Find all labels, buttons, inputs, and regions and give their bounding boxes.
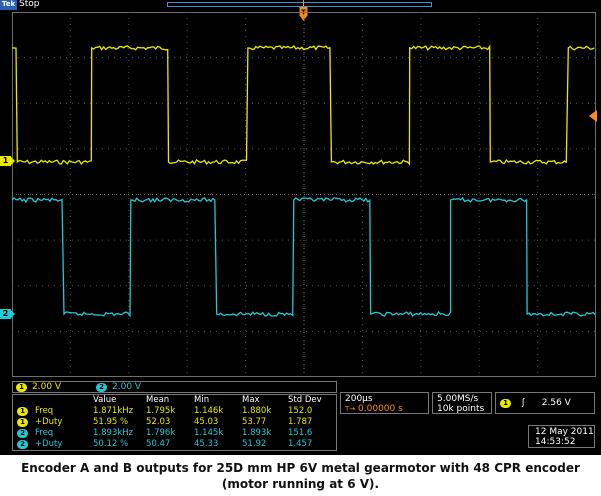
measurement-min: 45.33 [194, 439, 219, 449]
timebase-readout: 200µs [345, 394, 373, 404]
measurement-row[interactable]: 2 Freq 1.893kHz 1.796k 1.145k 1.893k 151… [13, 428, 336, 439]
measurement-label: Freq [35, 406, 54, 416]
measurement-row[interactable]: 1 +Duty 51.95 % 52.03 45.03 53.77 1.787 [13, 417, 336, 428]
col-header-value: Value [93, 395, 117, 405]
col-header-std-dev: Std Dev [288, 395, 322, 405]
measurement-mean: 50.47 [146, 439, 171, 449]
record-length: 10k points [437, 404, 485, 414]
run-state[interactable]: Stop [19, 0, 39, 10]
measurement-std-dev: 1.787 [288, 417, 313, 427]
measurement-label: +Duty [35, 439, 63, 449]
channel-1-badge: 1 [16, 383, 27, 392]
channel-2-scale-value: 2.00 V [112, 382, 142, 392]
measurements-header-row: Value Mean Min Max Std Dev [13, 395, 336, 406]
measurement-max: 51.92 [242, 439, 267, 449]
measurement-min: 1.146k [194, 406, 224, 416]
measurement-min: 45.03 [194, 417, 219, 427]
delay-value: 0.00000 s [358, 404, 403, 414]
waveform-plot-svg [12, 12, 596, 377]
time-readout: 14:53:52 [535, 437, 576, 447]
channel-scale-bar: 1 2.00 V 2 2.00 V [12, 381, 337, 393]
measurement-label: Freq [35, 428, 54, 438]
measurement-max: 53.77 [242, 417, 267, 427]
measurement-std-dev: 151.6 [288, 428, 313, 438]
measurement-mean: 1.795k [146, 406, 176, 416]
channel-2-ground-marker[interactable]: 2 [0, 309, 15, 319]
measurement-min: 1.145k [194, 428, 224, 438]
caption-line-2: (motor running at 6 V). [221, 477, 380, 491]
col-header-max: Max [242, 395, 260, 405]
waveform-plot [12, 12, 596, 377]
trigger-readout: 1 ʃ 2.56 V [500, 398, 571, 408]
oscilloscope-screen: Tek Stop T 1 2 1 2.00 V 2 2.00 V Value Mea… [0, 0, 601, 455]
date-readout: 12 May 2011 [535, 427, 594, 437]
channel-badge: 2 [17, 440, 28, 449]
status-bar: Tek Stop T [0, 0, 601, 21]
measurement-value: 1.871kHz [93, 406, 134, 416]
measurement-value: 1.893kHz [93, 428, 134, 438]
measurement-std-dev: 1.457 [288, 439, 313, 449]
measurement-row[interactable]: 1 Freq 1.871kHz 1.795k 1.146k 1.880k 152… [13, 406, 336, 417]
measurement-value: 51.95 % [93, 417, 129, 427]
trigger-level-marker[interactable] [589, 110, 597, 122]
horizontal-panel[interactable]: 200µs T→ 0.00000 s [340, 392, 429, 414]
acquisition-panel[interactable]: 5.00MS/s 10k points [432, 392, 492, 414]
rising-edge-icon: ʃ [521, 398, 525, 408]
channel-1-ground-marker[interactable]: 1 [0, 156, 15, 166]
trigger-panel[interactable]: 1 ʃ 2.56 V [495, 392, 595, 414]
measurement-value: 50.12 % [93, 439, 129, 449]
channel-2-scale[interactable]: 2 2.00 V [96, 382, 141, 393]
datetime-panel: 12 May 2011 14:53:52 [528, 425, 595, 448]
measurement-std-dev: 152.0 [288, 406, 313, 416]
measurement-max: 1.893k [242, 428, 272, 438]
channel-badge: 2 [17, 429, 28, 438]
measurements-table: Value Mean Min Max Std Dev 1 Freq 1.871k… [12, 394, 337, 451]
sample-rate: 5.00MS/s [437, 394, 479, 404]
channel-2-badge: 2 [96, 383, 107, 392]
channel-1-scale-value: 2.00 V [32, 382, 62, 392]
figure-caption: Encoder A and B outputs for 25D mm HP 6V… [0, 460, 601, 492]
channel-1-trace [12, 44, 595, 166]
measurement-label: +Duty [35, 417, 63, 427]
delay-arrow-icon: T→ [345, 405, 356, 413]
measurement-row[interactable]: 2 +Duty 50.12 % 50.47 45.33 51.92 1.457 [13, 439, 336, 450]
col-header-min: Min [194, 395, 210, 405]
channel-badge: 1 [17, 407, 28, 416]
measurement-mean: 52.03 [146, 417, 171, 427]
brand-logo: Tek [0, 0, 17, 10]
channel-1-scale[interactable]: 1 2.00 V [16, 382, 61, 393]
channel-badge: 1 [17, 418, 28, 427]
measurement-max: 1.880k [242, 406, 272, 416]
col-header-mean: Mean [146, 395, 170, 405]
horizontal-delay: T→ 0.00000 s [345, 404, 403, 414]
trigger-source-badge: 1 [500, 399, 511, 408]
measurement-mean: 1.796k [146, 428, 176, 438]
trigger-level: 2.56 V [541, 398, 571, 408]
caption-line-1: Encoder A and B outputs for 25D mm HP 6V… [21, 461, 580, 475]
